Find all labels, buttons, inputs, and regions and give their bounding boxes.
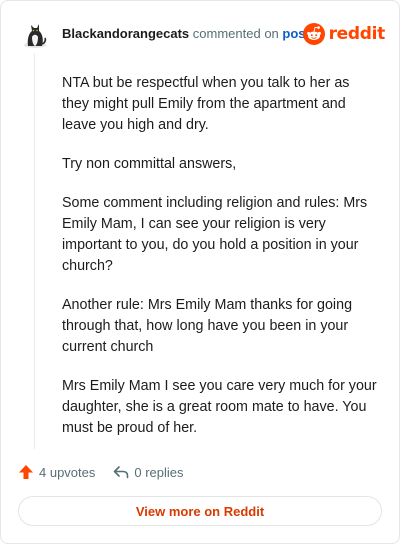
reply-count: 0 replies xyxy=(134,464,184,480)
cat-avatar-icon xyxy=(24,24,47,48)
reply-icon xyxy=(114,466,129,479)
commented-on-text: commented on xyxy=(192,26,279,41)
username-link[interactable]: Blackandorangecats xyxy=(62,26,189,41)
comment-paragraph: Mrs Emily Mam I see you care very much f… xyxy=(62,378,377,436)
comment-body: NTA but be respectful when you talk to h… xyxy=(62,73,380,457)
upvote-count: 4 upvotes xyxy=(39,464,96,480)
reply-button[interactable]: 0 replies xyxy=(113,464,184,480)
view-more-on-reddit-button[interactable]: View more on Reddit xyxy=(18,496,382,526)
comment-paragraph: NTA but be respectful when you talk to h… xyxy=(62,75,350,133)
comment-header: Blackandorangecats commented on post red… xyxy=(21,18,385,50)
reddit-logo[interactable]: reddit xyxy=(302,23,386,45)
comment-paragraph: Try non committal answers, xyxy=(62,156,237,172)
reddit-wordmark: reddit xyxy=(328,24,386,44)
comment-paragraph: Another rule: Mrs Emily Mam thanks for g… xyxy=(62,297,353,355)
avatar[interactable] xyxy=(21,19,49,49)
thread-line xyxy=(34,53,35,449)
comment-attribution: Blackandorangecats commented on post xyxy=(62,26,310,42)
reddit-snoo-icon xyxy=(302,23,325,45)
comment-paragraph: Some comment including religion and rule… xyxy=(62,195,368,274)
embedded-comment-card: Blackandorangecats commented on post red… xyxy=(0,0,400,544)
upvote-arrow-icon xyxy=(19,465,33,479)
upvote-button[interactable]: 4 upvotes xyxy=(18,464,95,480)
comment-actions: 4 upvotes 0 replies xyxy=(18,460,184,484)
